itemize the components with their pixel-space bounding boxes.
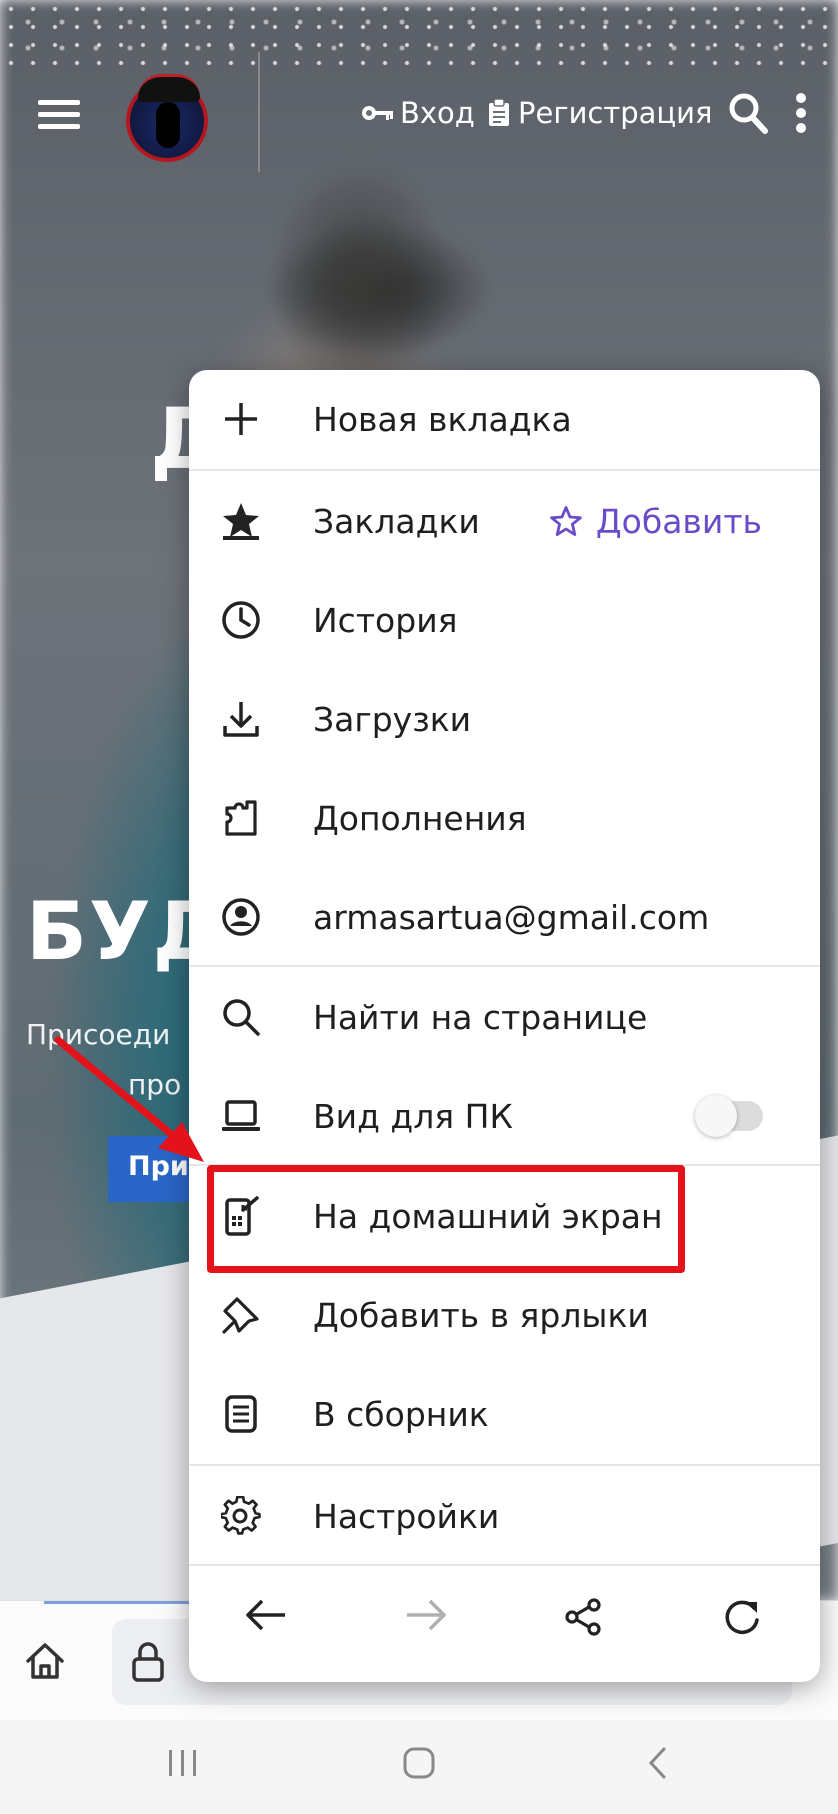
pointer-arrow (54, 1036, 204, 1162)
